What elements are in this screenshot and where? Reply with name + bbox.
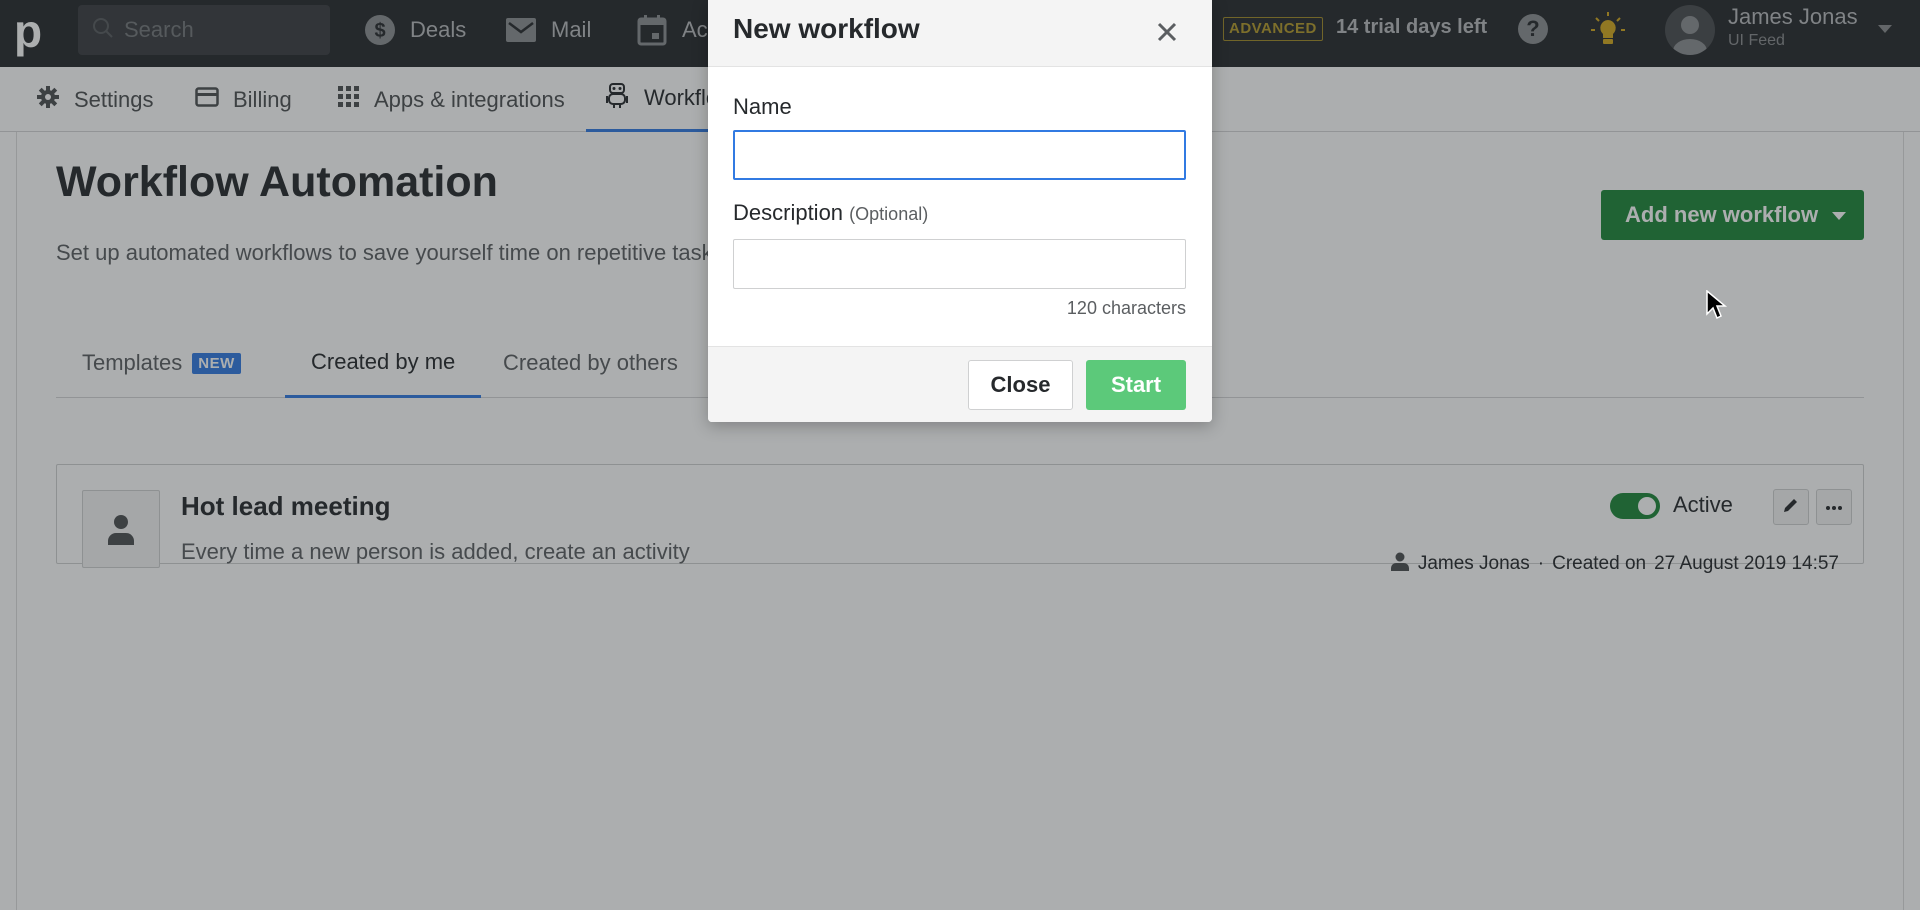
modal-title: New workflow <box>733 13 920 44</box>
character-counter: 120 characters <box>1066 298 1186 318</box>
new-workflow-modal: New workflow Name Description (Optional)… <box>708 0 1212 422</box>
description-label: Description (Optional) <box>733 200 928 226</box>
description-label-text: Description <box>733 200 844 225</box>
optional-hint: (Optional) <box>849 204 929 224</box>
description-input[interactable] <box>733 239 1186 289</box>
modal-footer: Close Start <box>708 346 1212 422</box>
mouse-cursor-icon <box>1706 289 1728 320</box>
modal-header: New workflow <box>708 0 1212 67</box>
name-label: Name <box>733 94 792 119</box>
close-button[interactable]: Close <box>968 360 1073 410</box>
close-icon[interactable] <box>1152 17 1182 47</box>
name-input[interactable] <box>733 130 1186 180</box>
start-button[interactable]: Start <box>1086 360 1186 410</box>
